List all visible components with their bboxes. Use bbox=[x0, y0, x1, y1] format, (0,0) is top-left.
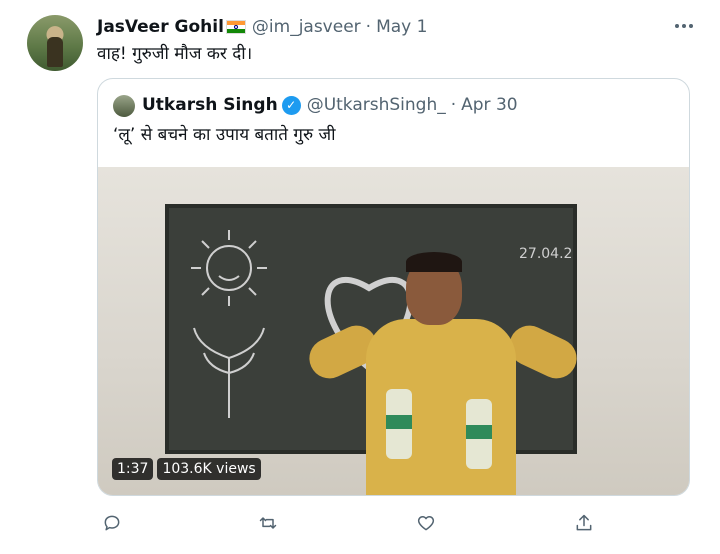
share-button[interactable] bbox=[571, 510, 597, 536]
more-options-button[interactable] bbox=[672, 14, 696, 38]
video-info-badge: 1:37 103.6K views bbox=[112, 457, 261, 480]
tweet[interactable]: JasVeer Gohil @im_jasveer · May 1 वाह! ग… bbox=[0, 0, 720, 554]
reply-icon bbox=[104, 515, 120, 531]
verified-badge-icon: ✓ bbox=[281, 95, 301, 115]
quoted-tweet-text: ‘लू’ से बचने का उपाय बताते गुरु जी bbox=[113, 125, 336, 145]
person-hair bbox=[406, 252, 462, 272]
author-display-name[interactable]: JasVeer Gohil bbox=[97, 17, 224, 37]
avatar-figure bbox=[47, 37, 63, 67]
author-avatar[interactable] bbox=[27, 15, 83, 71]
share-icon bbox=[576, 514, 592, 531]
more-dot-icon bbox=[682, 24, 686, 28]
video-player[interactable]: 27.04.22 1:37 103.6K views bbox=[98, 167, 689, 495]
like-button[interactable] bbox=[413, 510, 439, 536]
like-icon bbox=[417, 516, 435, 531]
header-separator: · bbox=[365, 17, 372, 37]
quoted-tweet-header: Utkarsh Singh ✓ @UtkarshSingh_ · Apr 30 bbox=[142, 94, 518, 116]
quoted-author-handle[interactable]: @UtkarshSingh_ bbox=[307, 95, 446, 115]
tweet-actions bbox=[97, 510, 697, 536]
india-flag-icon bbox=[225, 20, 246, 34]
reply-button[interactable] bbox=[99, 510, 125, 536]
retweet-button[interactable] bbox=[255, 510, 281, 536]
video-views: 103.6K views bbox=[157, 457, 261, 480]
quoted-tweet-date[interactable]: Apr 30 bbox=[461, 95, 517, 115]
water-bottle-right bbox=[466, 399, 492, 469]
author-handle[interactable]: @im_jasveer bbox=[252, 17, 361, 37]
water-bottle-left bbox=[386, 389, 412, 459]
video-duration: 1:37 bbox=[112, 457, 154, 480]
svg-text:27.04.22: 27.04.22 bbox=[519, 246, 573, 262]
retweet-icon bbox=[259, 517, 277, 529]
quoted-author-display-name[interactable]: Utkarsh Singh bbox=[142, 95, 278, 115]
quoted-header-separator: · bbox=[450, 95, 457, 115]
more-dot-icon bbox=[689, 24, 693, 28]
quoted-author-avatar[interactable] bbox=[113, 95, 135, 117]
tweet-date[interactable]: May 1 bbox=[376, 17, 427, 37]
tweet-text: वाह! गुरुजी मौज कर दी। bbox=[97, 44, 253, 64]
more-dot-icon bbox=[675, 24, 679, 28]
quoted-tweet[interactable]: Utkarsh Singh ✓ @UtkarshSingh_ · Apr 30 … bbox=[97, 78, 690, 496]
tweet-header: JasVeer Gohil @im_jasveer · May 1 bbox=[97, 16, 427, 38]
